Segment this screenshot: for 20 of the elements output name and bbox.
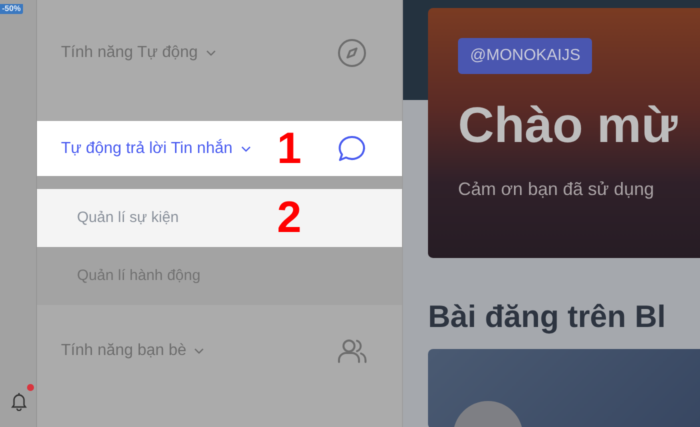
callout-number: 2: [277, 196, 302, 240]
menu-label: Tính năng bạn bè: [61, 340, 186, 360]
menu-item[interactable]: Tính năng bạn bè: [37, 323, 402, 378]
submenu-item[interactable]: Quản lí sự kiện 2: [37, 189, 402, 247]
callout-number: 1: [277, 126, 302, 170]
hero-title: Chào mừ: [458, 100, 679, 150]
chevron-down-icon: [206, 50, 216, 56]
author-tag[interactable]: @MONOKAIJS: [458, 38, 592, 74]
submenu-label: Quản lí sự kiện: [77, 208, 179, 228]
menu-item[interactable]: Tính năng Tự động: [37, 25, 402, 80]
bell-icon[interactable]: [10, 390, 28, 411]
section-heading: Bài đăng trên Bl: [428, 298, 667, 336]
compass-icon: [336, 36, 368, 68]
chevron-down-icon: [194, 348, 204, 354]
menu-item[interactable]: Tự động trả lời Tin nhắn 1: [37, 121, 402, 176]
sale-badge[interactable]: -50%: [0, 4, 23, 14]
menu-label: Tự động trả lời Tin nhắn: [61, 138, 233, 158]
hero-subtitle: Cảm ơn bạn đã sử dụng: [458, 178, 655, 201]
chevron-down-icon: [240, 146, 251, 152]
menu-label: Tính năng Tự động: [61, 42, 198, 62]
